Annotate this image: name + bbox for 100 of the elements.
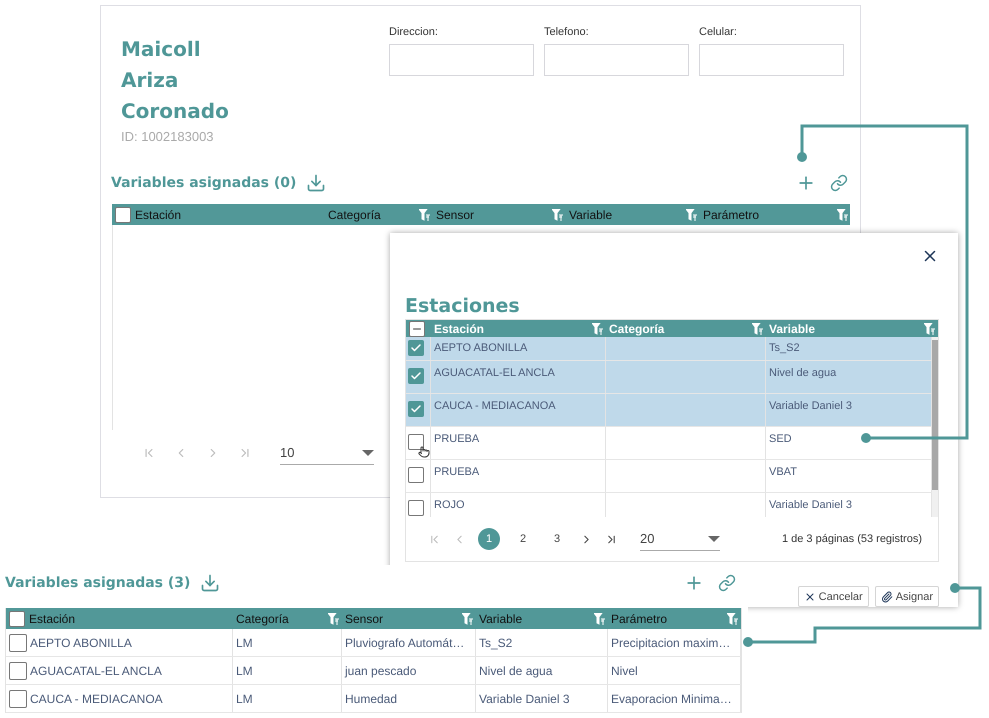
table-cell: PRUEBA [434,433,480,445]
row-checkbox[interactable] [9,690,27,708]
row-checkbox[interactable] [408,368,424,384]
table-row[interactable]: PRUEBA VBAT [406,460,932,493]
link-icon[interactable] [830,174,848,192]
table-cell: Nivel [611,664,638,678]
section-title: Variables asignadas (3) [5,575,190,591]
page-button[interactable]: 2 [512,528,534,550]
field-label: Celular: [699,26,738,38]
row-checkbox[interactable] [408,467,424,483]
cancel-button[interactable]: Cancelar [798,586,869,607]
column-header[interactable]: Categoría [328,208,381,222]
table-cell: Humedad [345,692,398,706]
filter-icon[interactable] [592,322,603,334]
filter-icon[interactable] [727,612,738,624]
table-cell: Ts_S2 [769,342,800,354]
filter-icon[interactable] [462,612,473,624]
row-checkbox[interactable] [408,500,424,516]
table-cell: PRUEBA [434,466,480,478]
column-header[interactable]: Estación [29,612,76,626]
filter-icon[interactable] [552,208,563,220]
row-checkbox[interactable] [408,340,424,356]
person-name: Coronado [121,98,230,125]
download-icon[interactable] [306,173,326,193]
paperclip-icon [880,590,893,602]
check-icon [410,403,422,415]
field-label: Direccion: [389,26,439,38]
table-cell: Nivel de agua [769,367,836,379]
table-cell: Nivel de agua [479,664,552,678]
table-cell: SED [769,433,792,445]
table-row[interactable]: AEPTO ABONILLA Ts_S2 [406,337,932,361]
column-header[interactable]: Parámetro [703,208,760,222]
column-header[interactable]: Sensor [436,208,474,222]
link-icon[interactable] [718,574,736,592]
assign-button[interactable]: Asignar [874,586,939,607]
table-cell: AGUACATAL-EL ANCLA [434,367,555,379]
field-label: Telefono: [544,26,590,38]
filter-icon[interactable] [924,322,935,334]
select-all-checkbox[interactable] [9,610,25,626]
input-field[interactable] [544,44,689,76]
filter-icon[interactable] [328,612,339,624]
column-header[interactable]: Categoría [236,612,289,626]
table-cell: Variable Daniel 3 [479,692,570,706]
column-header[interactable]: Variable [769,322,816,336]
page-size-select[interactable]: 20 [640,527,720,551]
table-row[interactable]: ROJO Variable Daniel 3 [406,493,932,517]
table-cell: CAUCA - MEDIACANOA [434,400,556,412]
check-icon [410,342,422,354]
table-row[interactable]: PRUEBA SED [406,427,932,460]
person-id: ID: 1002183003 [121,129,215,144]
select-all-checkbox[interactable] [115,206,131,222]
column-header[interactable]: Categoría [609,322,664,336]
person-name: Ariza [121,67,180,94]
table-cell: LM [236,692,253,706]
filter-icon[interactable] [837,208,848,220]
table-cell: Evaporacion Minima… [611,692,732,706]
filter-icon[interactable] [752,322,763,334]
table-row[interactable]: AGUACATAL-EL ANCLA Nivel de agua [406,361,932,394]
row-checkbox[interactable] [408,434,424,450]
table-cell: LM [236,636,253,650]
table-row[interactable]: CAUCA - MEDIACANOA Variable Daniel 3 [406,394,932,427]
input-field[interactable] [699,44,844,76]
hand-cursor-icon [418,446,430,458]
table-cell: Variable Daniel 3 [769,499,852,511]
column-header[interactable]: Sensor [345,612,384,626]
filter-icon[interactable] [594,612,605,624]
input-field[interactable] [389,44,534,76]
column-header[interactable]: Parámetro [611,612,668,626]
select-all-checkbox[interactable] [409,320,425,336]
table-cell: Pluviografo Automát… [345,636,464,650]
section-title: Variables asignadas (0) [111,175,296,191]
column-header[interactable]: Estación [135,208,182,222]
table-cell: AGUACATAL-EL ANCLA [30,664,162,678]
page-button[interactable]: 1 [478,528,500,550]
table-cell: Precipitacion maxim… [611,636,730,650]
check-icon [410,370,422,382]
page-size-select[interactable]: 10 [280,441,374,465]
table-cell: AEPTO ABONILLA [434,342,528,354]
last-page-icon[interactable] [605,532,618,546]
close-icon [804,590,816,602]
column-header[interactable]: Variable [479,612,522,626]
table-cell: juan pescado [345,664,416,678]
page-button[interactable]: 3 [546,528,568,550]
scrollbar[interactable] [932,337,938,517]
table-cell: Variable Daniel 3 [769,400,852,412]
table-cell: LM [236,664,253,678]
table-cell: CAUCA - MEDIACANOA [30,692,163,706]
column-header[interactable]: Estación [434,322,484,336]
column-header[interactable]: Variable [569,208,612,222]
person-name: Maicoll [121,36,202,63]
dialog-title: Estaciones [405,294,521,319]
row-checkbox[interactable] [9,662,27,680]
row-checkbox[interactable] [408,401,424,417]
filter-icon[interactable] [419,208,430,220]
row-checkbox[interactable] [9,634,27,652]
filter-icon[interactable] [686,208,697,220]
table-cell: VBAT [769,466,797,478]
table-cell: Ts_S2 [479,636,512,650]
pagination-summary: 1 de 3 páginas (53 registros) [782,533,923,545]
download-icon[interactable] [200,573,220,593]
